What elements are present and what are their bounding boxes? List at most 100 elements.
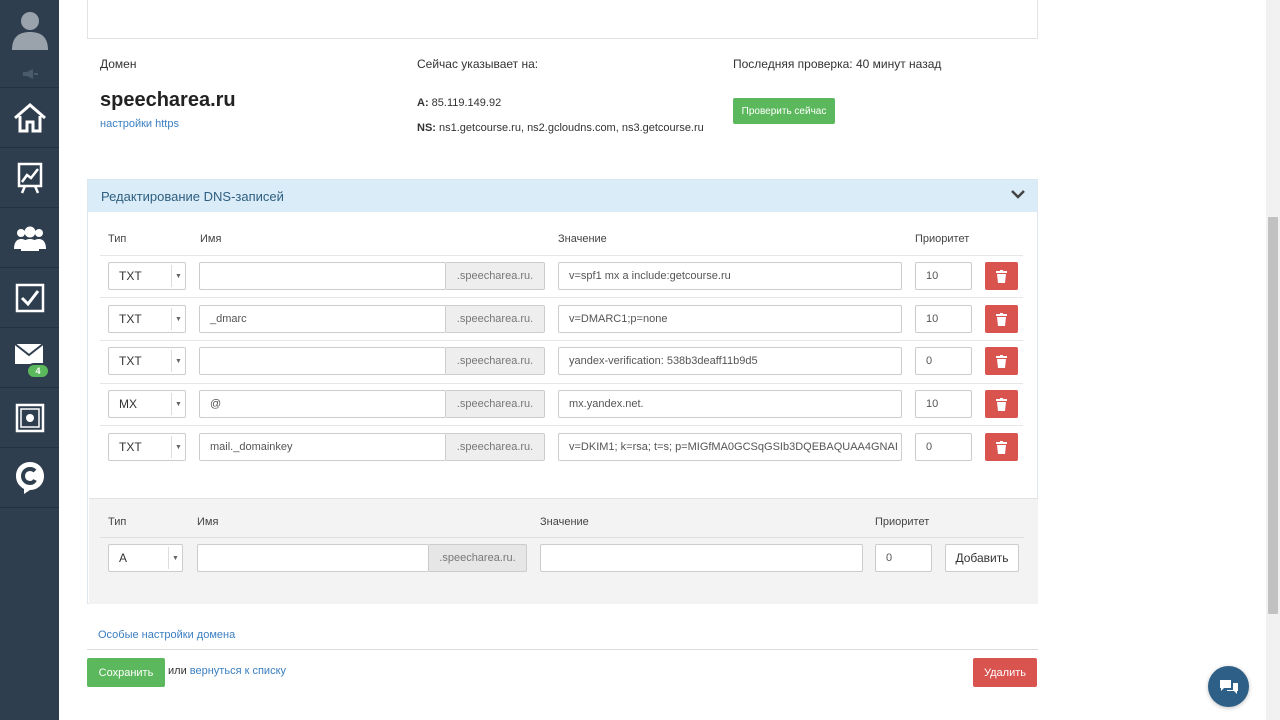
domain-name: speecharea.ru — [100, 89, 236, 111]
getcourse-logo-icon — [15, 462, 44, 494]
chevron-down-icon[interactable] — [1011, 189, 1025, 199]
chevron-down-icon: ▼ — [171, 265, 185, 287]
record-type-select[interactable]: MX ▼ — [108, 390, 186, 418]
row-divider — [100, 425, 1023, 426]
record-priority-input[interactable]: 0 — [915, 433, 972, 461]
record-type-value: TXT — [119, 440, 142, 454]
row-divider — [100, 383, 1023, 384]
sidebar-item-home[interactable] — [0, 89, 59, 148]
new-record-priority-input[interactable]: 0 — [875, 544, 932, 572]
domain-suffix: .speecharea.ru. — [446, 262, 545, 290]
page-scrollbar[interactable] — [1266, 0, 1280, 720]
new-record-type-value: A — [119, 551, 128, 565]
record-name-input[interactable] — [199, 262, 446, 290]
sidebar-item-tasks[interactable] — [0, 269, 59, 328]
chevron-down-icon: ▼ — [171, 350, 185, 372]
record-value-input[interactable]: v=DMARC1;p=none — [558, 305, 902, 333]
domain-suffix: .speecharea.ru. — [446, 390, 545, 418]
sidebar-item-mail[interactable]: 4 — [0, 329, 59, 388]
sidebar-item-reports[interactable] — [0, 149, 59, 208]
record-priority-input[interactable]: 10 — [915, 305, 972, 333]
row-divider — [100, 340, 1023, 341]
record-name-input[interactable]: mail._domainkey — [199, 433, 446, 461]
record-value-input[interactable]: mx.yandex.net. — [558, 390, 902, 418]
delete-record-button[interactable] — [985, 305, 1018, 333]
record-priority-input[interactable]: 0 — [915, 347, 972, 375]
speaker-icon — [22, 68, 38, 79]
chevron-down-icon: ▼ — [171, 393, 185, 415]
tasks-checkbox-icon — [15, 283, 44, 313]
delete-record-button[interactable] — [985, 262, 1018, 290]
sidebar-item-getcourse[interactable] — [0, 449, 59, 508]
user-avatar[interactable] — [0, 0, 59, 58]
record-name-input[interactable] — [199, 347, 446, 375]
ns-record-line: NS: ns1.getcourse.ru, ns2.gcloudns.com, … — [417, 122, 704, 134]
dns-panel-title: Редактирование DNS-записей — [101, 188, 284, 204]
dns-records-panel: Редактирование DNS-записей Тип Имя Значе… — [87, 179, 1038, 604]
record-type-select[interactable]: TXT ▼ — [108, 433, 186, 461]
record-type-value: TXT — [119, 312, 142, 326]
trash-icon — [996, 397, 1007, 411]
sidebar-item-users[interactable] — [0, 209, 59, 268]
record-name-input[interactable]: _dmarc — [199, 305, 446, 333]
sidebar-item-payments[interactable] — [0, 389, 59, 448]
chevron-down-icon: ▼ — [171, 436, 185, 458]
header-divider — [100, 255, 1023, 256]
domain-label: Домен — [100, 57, 137, 71]
header-name: Имя — [200, 233, 222, 245]
scrollbar-thumb[interactable] — [1268, 217, 1278, 614]
delete-record-button[interactable] — [985, 390, 1018, 418]
trash-icon — [996, 440, 1007, 454]
record-type-value: MX — [119, 397, 137, 411]
chevron-down-icon: ▼ — [168, 547, 182, 569]
new-record-name-input[interactable] — [197, 544, 429, 572]
special-settings-link[interactable]: Особые настройки домена — [98, 629, 235, 641]
ns-label: NS: — [417, 122, 436, 134]
trash-icon — [996, 312, 1007, 326]
delete-domain-button[interactable]: Удалить — [973, 658, 1037, 687]
record-value-input[interactable]: v=DKIM1; k=rsa; t=s; p=MIGfMA0GCSqGSIb3D… — [558, 433, 902, 461]
new-record-value-input[interactable] — [540, 544, 863, 572]
check-now-button[interactable]: Проверить сейчас — [733, 98, 835, 124]
back-to-list-link[interactable]: вернуться к списку — [190, 665, 286, 677]
new-record-type-select[interactable]: A ▼ — [108, 544, 183, 572]
users-icon — [13, 226, 46, 251]
record-priority-input[interactable]: 10 — [915, 262, 972, 290]
domain-suffix: .speecharea.ru. — [446, 433, 545, 461]
safe-icon — [15, 403, 44, 433]
new-header-name: Имя — [197, 516, 219, 528]
new-domain-suffix: .speecharea.ru. — [429, 544, 527, 572]
chat-widget-button[interactable] — [1208, 666, 1249, 707]
chat-bubbles-icon — [1219, 679, 1238, 694]
new-header-priority: Приоритет — [875, 516, 930, 528]
points-to-label: Сейчас указывает на: — [417, 57, 539, 71]
record-priority-input[interactable]: 10 — [915, 390, 972, 418]
dns-panel-header[interactable]: Редактирование DNS-записей — [88, 180, 1037, 212]
record-type-select[interactable]: TXT ▼ — [108, 347, 186, 375]
record-name-input[interactable]: @ — [199, 390, 446, 418]
header-type: Тип — [108, 233, 127, 245]
record-value-input[interactable]: yandex-verification: 538b3deaff11b9d5 — [558, 347, 902, 375]
delete-record-button[interactable] — [985, 433, 1018, 461]
save-button[interactable]: Сохранить — [87, 658, 165, 687]
add-record-button[interactable]: Добавить — [945, 544, 1019, 572]
new-header-value: Значение — [540, 516, 589, 528]
https-settings-link[interactable]: настройки https — [100, 118, 179, 130]
a-label: A: — [417, 97, 429, 109]
chevron-down-icon: ▼ — [171, 308, 185, 330]
mail-unread-badge: 4 — [26, 363, 50, 379]
footer-divider — [87, 649, 1038, 650]
ns-value: ns1.getcourse.ru, ns2.gcloudns.com, ns3.… — [439, 122, 704, 134]
record-type-select[interactable]: TXT ▼ — [108, 305, 186, 333]
a-value: 85.119.149.92 — [431, 97, 502, 109]
header-value: Значение — [558, 233, 607, 245]
announcements-toggle[interactable] — [0, 60, 59, 88]
footer-or-line: или вернуться к списку — [168, 665, 286, 677]
home-icon — [13, 103, 46, 133]
trash-icon — [996, 269, 1007, 283]
row-divider — [100, 297, 1023, 298]
record-value-input[interactable]: v=spf1 mx a include:getcourse.ru — [558, 262, 902, 290]
record-type-select[interactable]: TXT ▼ — [108, 262, 186, 290]
delete-record-button[interactable] — [985, 347, 1018, 375]
a-record-line: A: 85.119.149.92 — [417, 97, 501, 109]
